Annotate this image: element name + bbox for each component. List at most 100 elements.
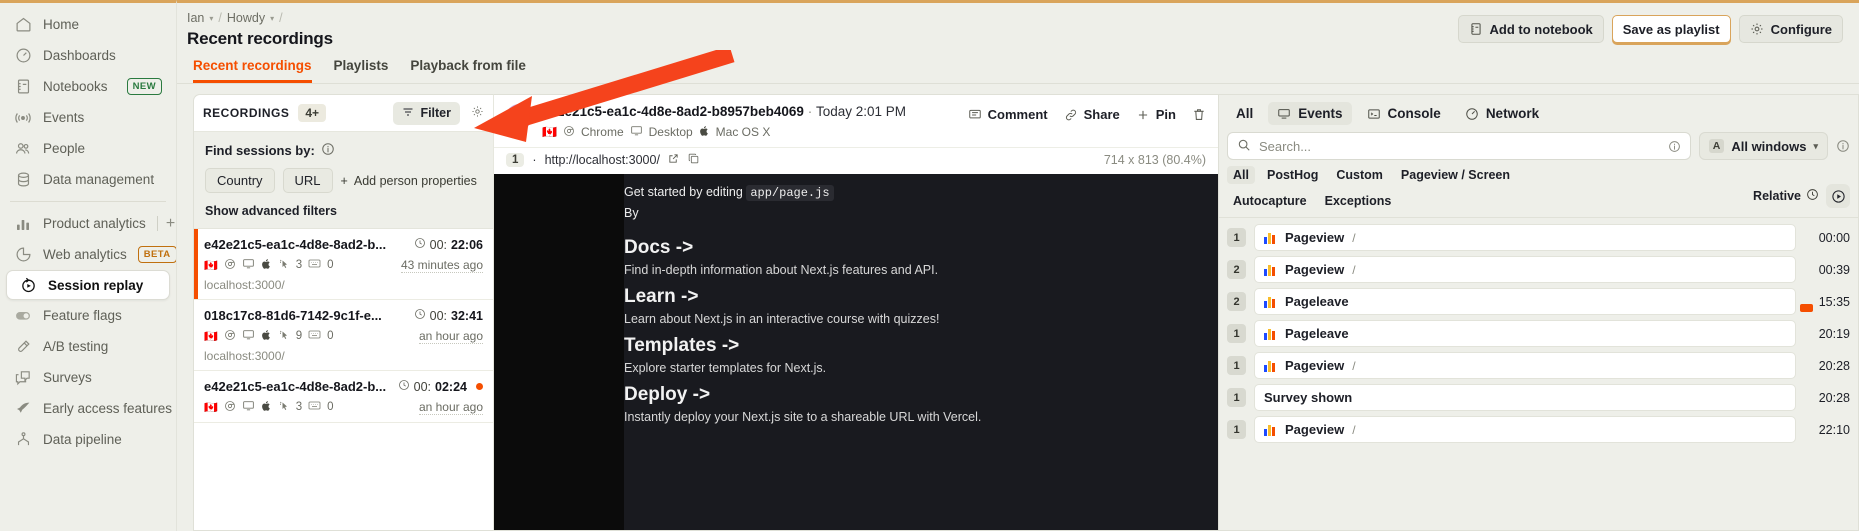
breadcrumb-slash: / [279, 11, 283, 25]
search-input[interactable] [1259, 138, 1660, 154]
tab-network-label: Network [1485, 106, 1540, 121]
delete-button[interactable] [1192, 107, 1206, 122]
tab-network[interactable]: Network [1456, 102, 1548, 125]
replay-icon [19, 276, 37, 294]
event-filter-pageview-screen[interactable]: Pageview / Screen [1395, 166, 1516, 184]
add-person-properties-button[interactable]: + Add person properties [341, 174, 477, 188]
sidebar-item-events[interactable]: Events [2, 102, 174, 133]
window-selector[interactable]: A All windows ▾ [1698, 132, 1828, 160]
player-viewport[interactable]: Get started by editing app/page.js By Do… [494, 174, 1218, 530]
sidebar-item-data-management[interactable]: Data management [2, 164, 174, 195]
event-filter-all[interactable]: All [1227, 166, 1255, 184]
event-card[interactable]: Pageview / [1254, 224, 1796, 251]
info-icon[interactable] [1836, 139, 1850, 153]
event-card[interactable]: Pageview / [1254, 352, 1796, 379]
recording-ago: 43 minutes ago [400, 258, 483, 273]
share-button[interactable]: Share [1064, 107, 1120, 122]
sidebar-item-feature-flags[interactable]: Feature flags [2, 300, 174, 331]
event-window-number: 1 [1227, 356, 1246, 375]
sidebar-item-session-replay[interactable]: Session replay [6, 270, 170, 300]
event-filter-posthog[interactable]: PostHog [1261, 166, 1324, 184]
templates-heading[interactable]: Templates -> [624, 333, 1218, 359]
event-item[interactable]: 2 Pageview / 00:39 [1227, 256, 1850, 283]
timeline-scroll-marker [1800, 304, 1813, 312]
rocket-icon [14, 400, 32, 418]
sidebar-add-insight[interactable]: + [156, 215, 175, 232]
event-card[interactable]: Survey shown [1254, 384, 1796, 411]
recording-row[interactable]: 018c17c8-81d6-7142-9c1f-e... 🇨🇦 9 0 loca… [194, 300, 493, 371]
tab-playlists[interactable]: Playlists [334, 58, 389, 83]
search-box[interactable] [1227, 132, 1691, 160]
sidebar-item-notebooks[interactable]: Notebooks NEW [2, 71, 174, 102]
event-filter-autocapture[interactable]: Autocapture [1227, 192, 1313, 210]
sidebar-item-home[interactable]: Home [2, 9, 174, 40]
chip-url[interactable]: URL [282, 168, 333, 193]
breadcrumb-org[interactable]: Ian [187, 11, 204, 25]
tab-recent-recordings[interactable]: Recent recordings [193, 58, 312, 83]
sidebar-item-early-access-features[interactable]: Early access features [2, 393, 174, 424]
sidebar-item-data-pipeline[interactable]: Data pipeline [2, 424, 174, 455]
events-list[interactable]: 1 Pageview / 00:00 2 Pageview / 00:39 2 … [1219, 218, 1858, 530]
sidebar-item-web-analytics[interactable]: Web analytics BETA [2, 239, 176, 270]
event-filter-custom[interactable]: Custom [1330, 166, 1389, 184]
pin-button[interactable]: Pin [1136, 107, 1176, 122]
tab-playback-from-file[interactable]: Playback from file [410, 58, 526, 83]
event-item[interactable]: 1 Pageview / 22:10 [1227, 416, 1850, 443]
player-url-bar: 1 · http://localhost:3000/ 714 x 813 (80… [494, 147, 1218, 174]
filter-button[interactable]: Filter [393, 101, 460, 125]
breadcrumb: Ian ▾ / Howdy ▾ / [187, 9, 333, 27]
terminal-icon [1367, 107, 1381, 121]
configure-button[interactable]: Configure [1738, 15, 1843, 43]
event-item[interactable]: 1 Pageleave 20:19 [1227, 320, 1850, 347]
show-advanced-filters-button[interactable]: Show advanced filters [205, 204, 482, 218]
browser-icon [563, 125, 575, 140]
live-indicator-dot [476, 383, 483, 390]
info-icon[interactable] [1668, 140, 1681, 153]
event-item[interactable]: 1 Pageview / 00:00 [1227, 224, 1850, 251]
info-icon[interactable] [321, 142, 335, 159]
recording-row[interactable]: e42e21c5-ea1c-4d8e-8ad2-b... 🇨🇦 3 0 [194, 371, 493, 423]
sidebar-item-label: Web analytics [43, 247, 127, 262]
tab-console[interactable]: Console [1358, 102, 1450, 125]
sidebar-item-ab-testing[interactable]: A/B testing [2, 331, 174, 362]
event-card[interactable]: Pageleave [1254, 288, 1796, 315]
tab-all[interactable]: All [1227, 102, 1262, 125]
event-item[interactable]: 2 Pageleave 15:35 [1227, 288, 1850, 315]
recordings-list[interactable]: e42e21c5-ea1c-4d8e-8ad2-b... 🇨🇦 3 0 loca… [194, 229, 493, 530]
play-button[interactable] [1826, 184, 1850, 208]
breadcrumb-project[interactable]: Howdy [227, 11, 265, 25]
posthog-logo-icon [1264, 296, 1277, 308]
sidebar-item-people[interactable]: People [2, 133, 174, 164]
external-link-icon[interactable] [668, 153, 679, 167]
recordings-settings-gear-icon[interactable] [471, 105, 484, 121]
sidebar-item-label: Events [43, 110, 85, 125]
recording-row[interactable]: e42e21c5-ea1c-4d8e-8ad2-b... 🇨🇦 3 0 [194, 229, 493, 300]
event-card[interactable]: Pageview / [1254, 416, 1796, 443]
sidebar-item-surveys[interactable]: Surveys [2, 362, 174, 393]
event-filter-exceptions[interactable]: Exceptions [1319, 192, 1398, 210]
event-item[interactable]: 1 Survey shown 20:28 [1227, 384, 1850, 411]
sidebar-item-label: Dashboards [43, 48, 116, 63]
sidebar-item-product-analytics[interactable]: Product analytics + [2, 208, 175, 239]
deploy-heading[interactable]: Deploy -> [624, 382, 1218, 408]
sidebar-item-label: A/B testing [43, 339, 109, 354]
relative-time-controls: Relative [1753, 184, 1850, 208]
event-path: / [1352, 358, 1356, 373]
sidebar-item-dashboards[interactable]: Dashboards [2, 40, 174, 71]
tab-events[interactable]: Events [1268, 102, 1352, 125]
event-card[interactable]: Pageleave [1254, 320, 1796, 347]
find-sessions-title: Find sessions by: [205, 142, 482, 159]
docs-heading[interactable]: Docs -> [624, 235, 1218, 261]
click-count: 3 [295, 401, 303, 413]
learn-heading[interactable]: Learn -> [624, 284, 1218, 310]
save-as-playlist-button[interactable]: Save as playlist [1611, 15, 1731, 43]
chevron-down-icon: ▾ [209, 13, 214, 23]
copy-icon[interactable] [687, 152, 700, 168]
relative-time-toggle[interactable]: Relative [1753, 188, 1819, 204]
event-item[interactable]: 1 Pageview / 20:28 [1227, 352, 1850, 379]
comment-button[interactable]: Comment [968, 107, 1048, 122]
event-card[interactable]: Pageview / [1254, 256, 1796, 283]
gear-icon [1750, 22, 1764, 36]
chip-country[interactable]: Country [205, 168, 275, 193]
add-to-notebook-button[interactable]: Add to notebook [1457, 15, 1604, 43]
